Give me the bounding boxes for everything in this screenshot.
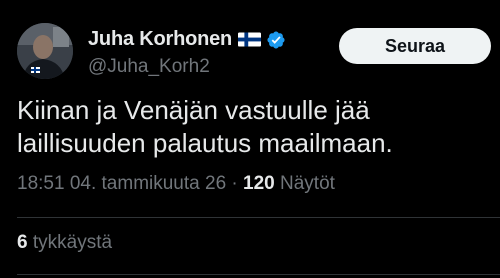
views-count: 120	[243, 173, 275, 194]
verified-badge-icon[interactable]	[266, 30, 286, 50]
divider	[17, 274, 500, 275]
divider	[17, 217, 500, 218]
avatar[interactable]	[17, 23, 73, 79]
tweet-text: Kiinan ja Venäjän vastuulle jää laillisu…	[17, 95, 393, 158]
likes-link[interactable]: 6 tykkäystä	[17, 232, 112, 254]
author-display-name[interactable]: Juha Korhonen	[88, 28, 232, 51]
meta-separator: ·	[231, 173, 238, 194]
follow-button[interactable]: Seuraa	[339, 28, 491, 64]
avatar-image	[17, 23, 73, 79]
tweet-time[interactable]: 18:51	[17, 173, 65, 194]
likes-count: 6	[17, 232, 28, 253]
finland-flag-icon	[238, 32, 262, 47]
tweet-header: Juha Korhonen @Juha_Korh2 Seuraa	[17, 23, 491, 83]
views-label: Näytöt	[280, 173, 335, 194]
likes-label: tykkäystä	[32, 232, 113, 253]
tweet-date[interactable]: 04. tammikuuta 26	[70, 173, 226, 194]
author-name-row[interactable]: Juha Korhonen	[88, 28, 286, 51]
tweet-meta: 18:51 04. tammikuuta 26 · 120 Näytöt	[17, 173, 335, 195]
author-handle[interactable]: @Juha_Korh2	[88, 56, 210, 78]
